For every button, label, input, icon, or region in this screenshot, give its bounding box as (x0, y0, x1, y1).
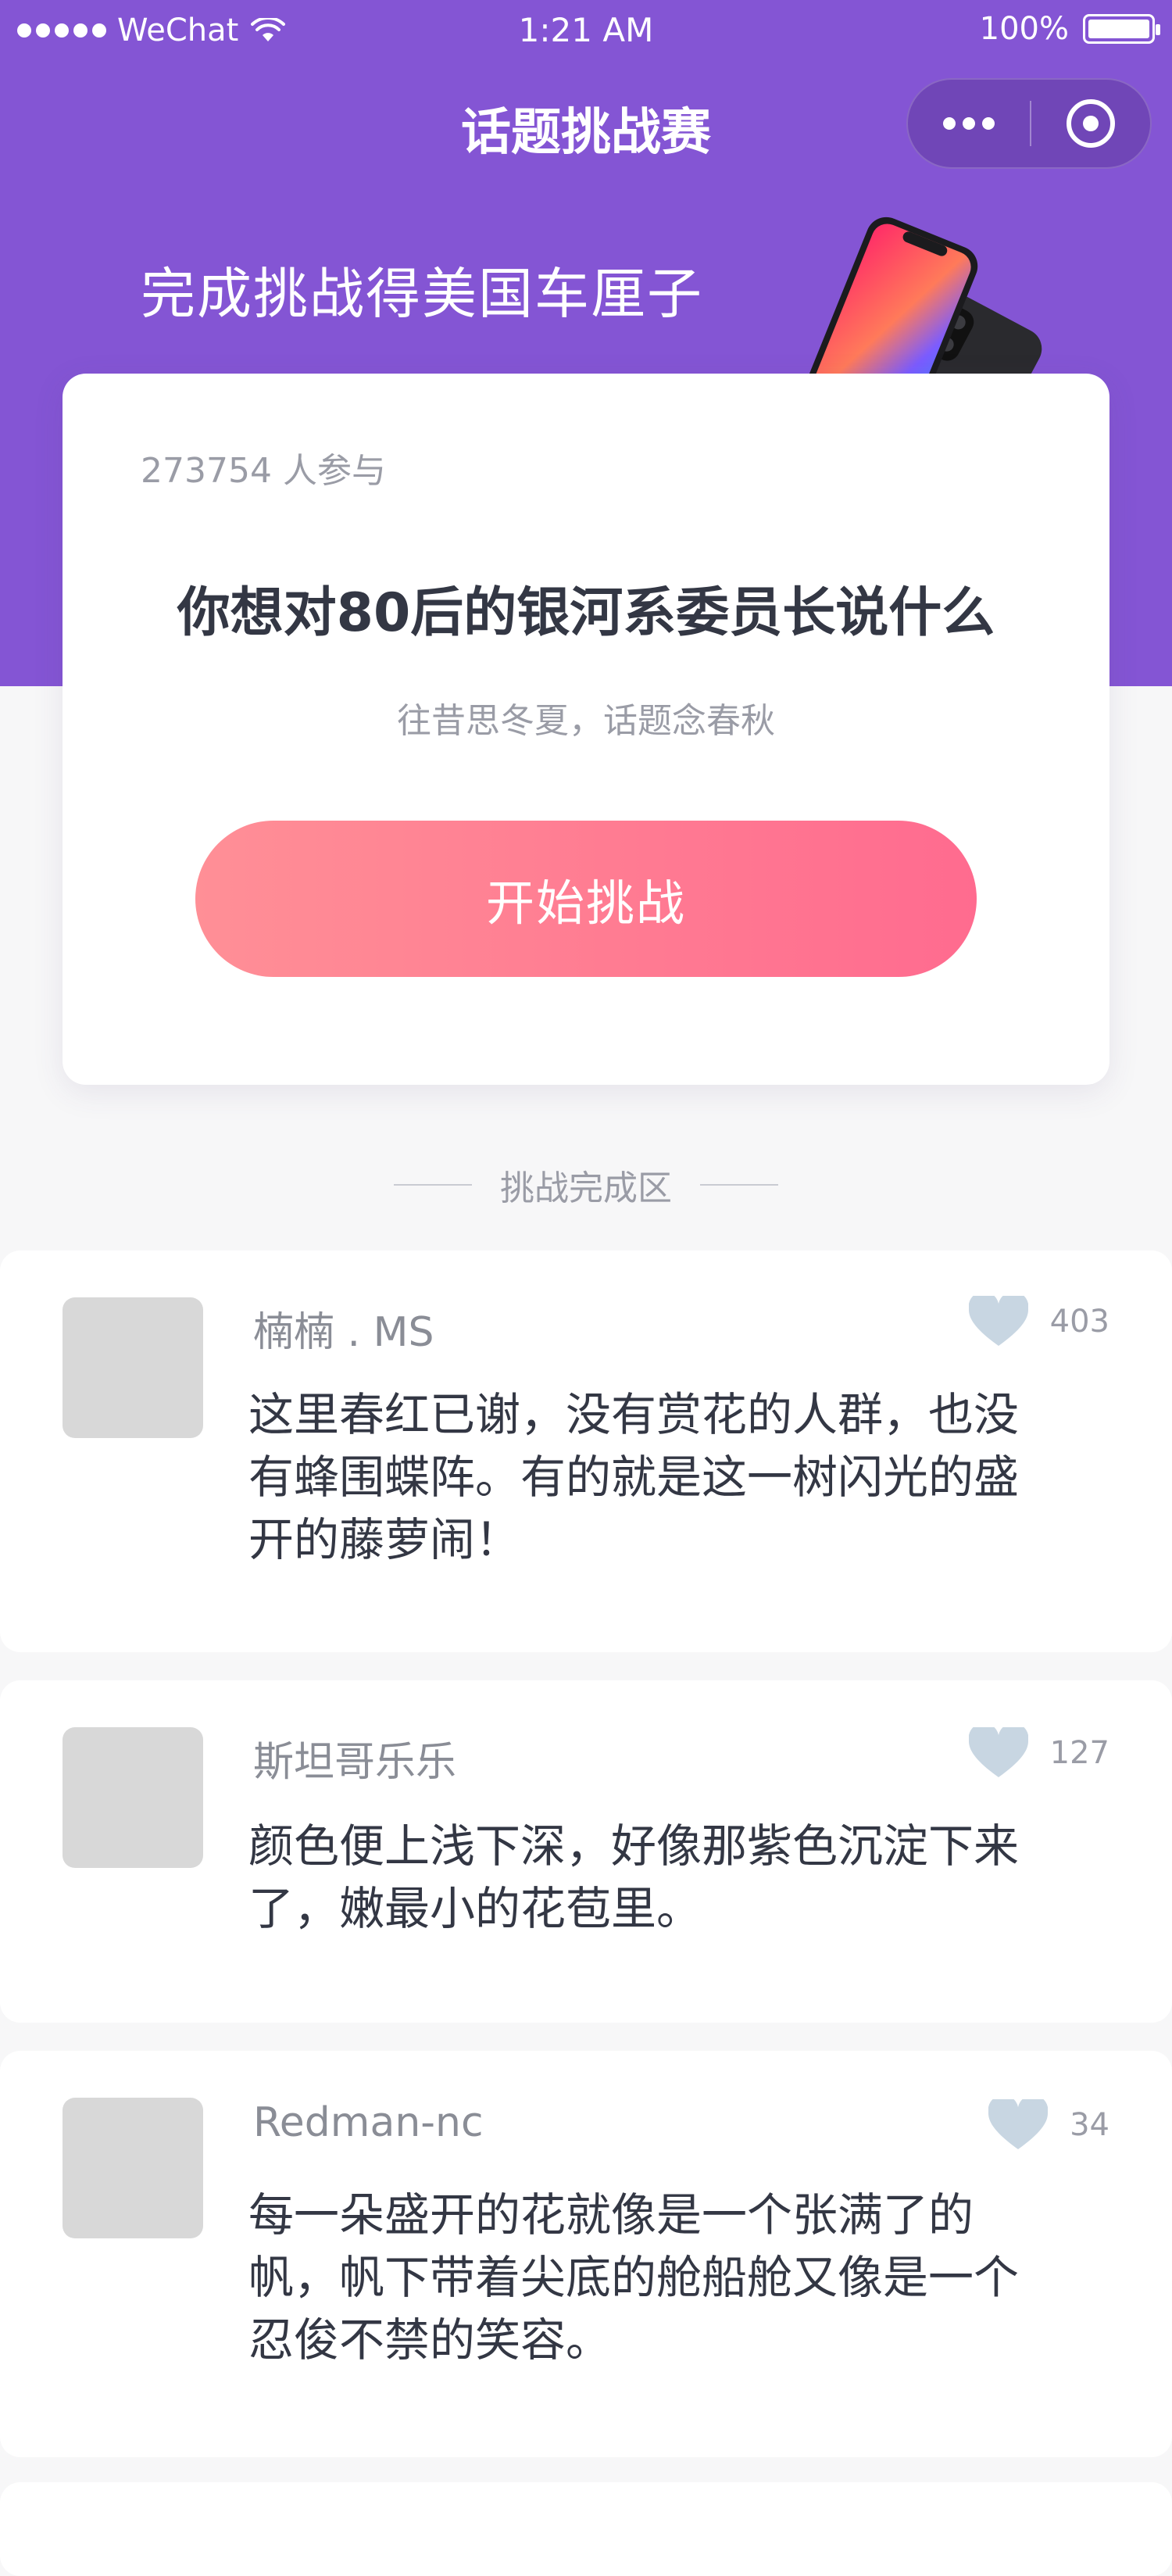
topic-card: 273754 人参与 你想对80后的银河系委员长说什么 往昔思冬夏，话题念春秋 … (63, 374, 1109, 1085)
banner-promo-text: 完成挑战得美国车厘子 (141, 262, 703, 326)
comment-text: 这里春红已谢，没有赏花的人群，也没 有蜂围蝶阵。有的就是这一树闪光的盛 开的藤萝… (248, 1383, 1116, 1571)
comment-line: 帆，帆下带着尖底的舱船舱又像是一个 (248, 2251, 1020, 2304)
completed-section-header: 挑战完成区 (0, 1161, 1172, 1208)
avatar[interactable] (63, 1297, 203, 1438)
comment-line: 颜色便上浅下深，好像那紫色沉淀下来 (248, 1819, 1020, 1873)
battery-percent: 100% (979, 11, 1069, 47)
like-count: 127 (1049, 1735, 1109, 1771)
comment-card: 楠楠 . MS 403 这里春红已谢，没有赏花的人群，也没 有蜂围蝶阵。有的就是… (0, 1250, 1172, 1652)
comment-line: 开的藤萝闹！ (248, 1513, 521, 1566)
divider-line-right (700, 1184, 778, 1186)
status-right: 100% (979, 11, 1160, 47)
avatar[interactable] (63, 2098, 203, 2238)
status-bar: WeChat 1:21 AM 100% (0, 0, 1172, 64)
battery-icon (1083, 14, 1160, 44)
topic-subtitle: 往昔思冬夏，话题念春秋 (397, 701, 775, 741)
mini-program-capsule (906, 78, 1152, 169)
comment-text: 每一朵盛开的花就像是一个张满了的 帆，帆下带着尖底的舱船舱又像是一个 忍俊不禁的… (248, 2184, 1116, 2371)
section-label: 挑战完成区 (500, 1168, 672, 1208)
close-mini-program-button[interactable] (1031, 80, 1150, 167)
like-button[interactable]: 403 (968, 1296, 1109, 1347)
target-close-icon (1067, 99, 1115, 148)
divider-line-left (394, 1184, 472, 1186)
comment-username: Redman-nc (253, 2099, 484, 2146)
topic-title: 你想对80后的银河系委员长说什么 (177, 582, 995, 644)
smartphone-promo-image (793, 216, 1042, 375)
heart-icon (988, 2099, 1049, 2149)
more-menu-button[interactable] (908, 80, 1030, 167)
comment-line: 忍俊不禁的笑容。 (248, 2313, 612, 2367)
participant-count: 273754 人参与 (141, 451, 386, 491)
heart-icon (968, 1727, 1028, 1777)
comment-username: 楠楠 . MS (253, 1309, 434, 1356)
comment-username: 斯坦哥乐乐 (253, 1739, 457, 1786)
comment-line: 了，嫩最小的花苞里。 (248, 1882, 702, 1935)
comment-card: 斯坦哥乐乐 127 颜色便上浅下深，好像那紫色沉淀下来 了，嫩最小的花苞里。 (0, 1680, 1172, 2023)
comment-line: 每一朵盛开的花就像是一个张满了的 (248, 2188, 974, 2241)
more-dots-icon (943, 117, 956, 130)
comment-line: 有蜂围蝶阵。有的就是这一树闪光的盛 (248, 1451, 1020, 1504)
like-count: 403 (1049, 1304, 1109, 1340)
like-count: 34 (1070, 2107, 1109, 2143)
comment-line: 这里春红已谢，没有赏花的人群，也没 (248, 1388, 1020, 1441)
comment-text: 颜色便上浅下深，好像那紫色沉淀下来 了，嫩最小的花苞里。 (248, 1815, 1116, 1940)
heart-icon (968, 1296, 1028, 1346)
like-button[interactable]: 127 (968, 1727, 1109, 1779)
avatar[interactable] (63, 1727, 203, 1868)
start-challenge-button[interactable]: 开始挑战 (195, 821, 977, 977)
comment-card-partial (0, 2482, 1172, 2576)
like-button[interactable]: 34 (988, 2099, 1109, 2151)
comment-card: Redman-nc 34 每一朵盛开的花就像是一个张满了的 帆，帆下带着尖底的舱… (0, 2051, 1172, 2457)
